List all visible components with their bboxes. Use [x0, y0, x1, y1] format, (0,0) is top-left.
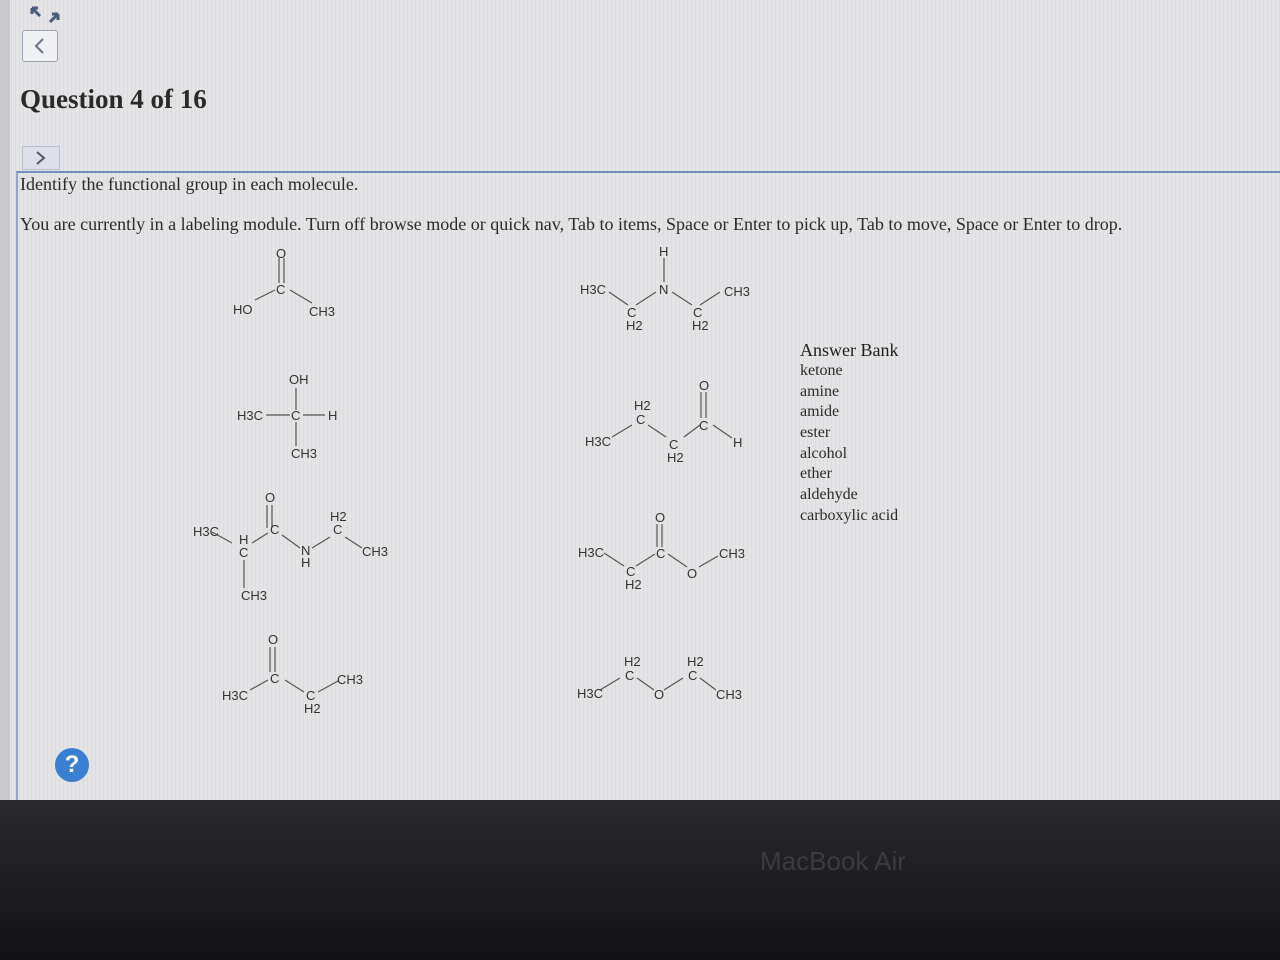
atom-label: C	[656, 546, 665, 561]
molecule-carboxylic-acid: O C HO CH3	[233, 246, 335, 319]
atom-label: C	[636, 412, 645, 427]
molecule-amine: H H3C N CH3 C H2 C H2	[580, 244, 750, 333]
atom-label: H	[733, 435, 742, 450]
atom-label: C	[699, 418, 708, 433]
answer-bank-title: Answer Bank	[800, 340, 899, 360]
atom-label: H	[328, 408, 337, 423]
atom-label: OH	[289, 372, 309, 387]
atom-label: C	[239, 545, 248, 560]
atom-label: O	[687, 566, 697, 581]
atom-label: O	[655, 510, 665, 525]
atom-label: C	[270, 671, 279, 686]
atom-label: C	[276, 282, 285, 297]
answer-item-alcohol[interactable]: alcohol	[800, 444, 898, 465]
atom-label: H2	[625, 577, 642, 592]
atom-label: H2	[624, 654, 641, 669]
atom-label: CH3	[719, 546, 745, 561]
atom-label: H3C	[578, 545, 604, 560]
atom-label: H2	[667, 450, 684, 465]
atom-label: N	[659, 282, 668, 297]
help-button[interactable]: ?	[55, 748, 89, 782]
atom-label: CH3	[337, 672, 363, 687]
answer-item-amine[interactable]: amine	[800, 382, 898, 403]
atom-label: CH3	[724, 284, 750, 299]
atom-label: C	[625, 668, 634, 683]
molecule-alcohol: OH H3C C H CH3	[237, 372, 337, 461]
atom-label: O	[654, 687, 664, 702]
atom-label: H3C	[222, 688, 248, 703]
molecule-ether: H2 C H2 C H3C O CH3	[577, 654, 742, 702]
atom-label: H3C	[237, 408, 263, 423]
atom-label: HO	[233, 302, 253, 317]
atom-label: CH3	[291, 446, 317, 461]
atom-label: O	[268, 632, 278, 647]
molecule-aldehyde: H2 C H3C O C H C H2	[585, 378, 742, 465]
atom-label: C	[333, 522, 342, 537]
atom-label: CH3	[309, 304, 335, 319]
atom-label: H3C	[585, 434, 611, 449]
molecule-canvas: O C HO CH3 H H3C N CH3 C H2 C H2 OH H3C …	[193, 244, 750, 716]
laptop-bezel	[0, 800, 1280, 960]
answer-item-carboxylic-acid[interactable]: carboxylic acid	[800, 506, 898, 527]
answer-item-amide[interactable]: amide	[800, 402, 898, 423]
atom-label: CH3	[716, 687, 742, 702]
atom-label: H	[301, 555, 310, 570]
atom-label: CH3	[362, 544, 388, 559]
atom-label: H	[659, 244, 668, 259]
answer-item-ketone[interactable]: ketone	[800, 361, 898, 382]
screen: Question 4 of 16 Identify the functional…	[0, 0, 1280, 809]
atom-label: O	[276, 246, 286, 261]
atom-label: H3C	[580, 282, 606, 297]
answer-item-ester[interactable]: ester	[800, 423, 898, 444]
atom-label: CH3	[241, 588, 267, 603]
atom-label: O	[699, 378, 709, 393]
molecule-ester: O H3C C CH3 C H2 O	[578, 510, 745, 592]
atom-label: H3C	[577, 686, 603, 701]
atom-label: C	[270, 522, 279, 537]
answer-item-aldehyde[interactable]: aldehyde	[800, 485, 898, 506]
atom-label: H2	[626, 318, 643, 333]
atom-label: H2	[634, 398, 651, 413]
device-label: MacBook Air	[760, 846, 906, 876]
atom-label: H3C	[193, 524, 219, 539]
atom-label: O	[265, 490, 275, 505]
answer-item-ether[interactable]: ether	[800, 464, 898, 485]
atom-label: C	[688, 668, 697, 683]
atom-label: C	[291, 408, 300, 423]
question-mark-icon: ?	[64, 751, 80, 778]
atom-label: H2	[692, 318, 709, 333]
atom-label: H2	[687, 654, 704, 669]
molecule-ketone: O C CH3 H3C C H2	[222, 632, 363, 716]
answer-bank: Answer Bank ketone amine amide ester alc…	[800, 340, 898, 527]
atom-label: H2	[304, 701, 321, 716]
